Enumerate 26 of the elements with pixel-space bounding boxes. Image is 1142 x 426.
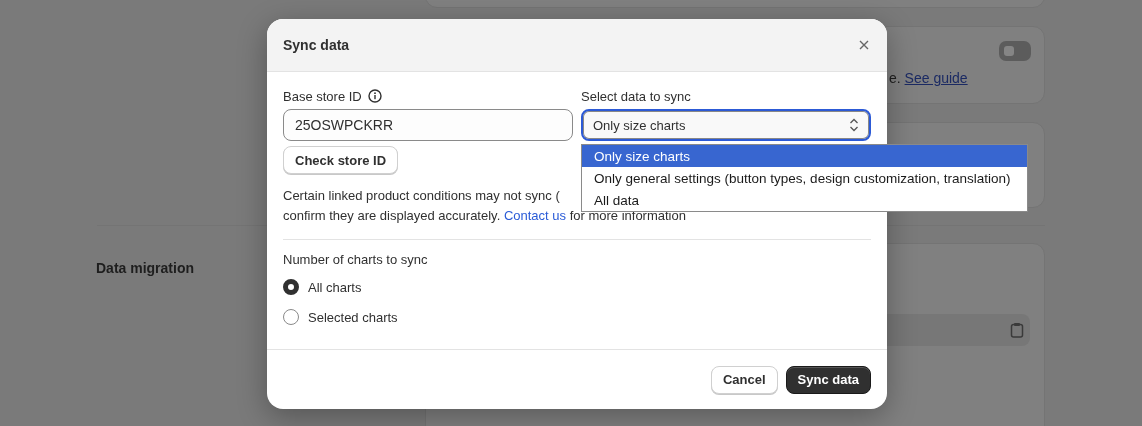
sync-button[interactable]: Sync data bbox=[785, 365, 871, 394]
store-id-field[interactable]: 25OSWPCKRR bbox=[283, 109, 573, 141]
dropdown-option[interactable]: Only general settings (button types, design customization, translation) bbox=[582, 167, 1027, 189]
guide-link[interactable]: See guide bbox=[904, 70, 968, 86]
field-label: Select data to sync bbox=[581, 88, 691, 104]
close-button[interactable] bbox=[857, 38, 871, 52]
radio-button[interactable] bbox=[283, 279, 299, 295]
dropdown-option[interactable]: Only size charts bbox=[582, 145, 1027, 167]
radio-label[interactable]: Selected charts bbox=[308, 309, 398, 325]
section-title: Data migration bbox=[96, 260, 194, 276]
chevron-updown-icon bbox=[849, 118, 859, 132]
radio-button[interactable] bbox=[283, 309, 299, 325]
close-icon bbox=[859, 40, 869, 50]
field-label: Number of charts to sync bbox=[283, 252, 429, 267]
contact-link[interactable]: Contact us bbox=[503, 208, 567, 223]
field-label: Base store ID bbox=[283, 88, 362, 104]
cancel-button[interactable]: Cancel bbox=[710, 365, 778, 394]
guide-text: e. See guide bbox=[889, 70, 968, 86]
check-store-id-button[interactable]: Check store ID bbox=[283, 146, 399, 174]
data-select[interactable]: Only size charts bbox=[581, 109, 871, 141]
dialog-title: Sync data bbox=[283, 37, 350, 53]
info-icon[interactable] bbox=[367, 89, 382, 103]
dropdown-option[interactable]: All data bbox=[582, 189, 1027, 211]
toggle-switch[interactable] bbox=[999, 41, 1031, 61]
clipboard-icon[interactable] bbox=[1010, 322, 1024, 338]
radio-label[interactable]: All charts bbox=[308, 279, 362, 295]
